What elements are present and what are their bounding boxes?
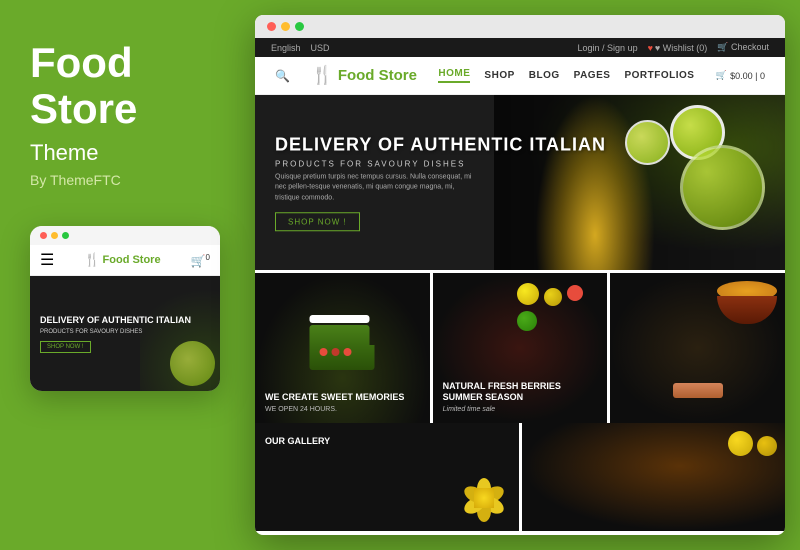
- language-selector[interactable]: English: [271, 43, 301, 53]
- hero-description: Quisque pretium turpis nec tempus cursus…: [275, 172, 475, 204]
- mobile-dot-green: [62, 232, 69, 239]
- mobile-hero-sub: PRODUCTS FOR SAVOURY DISHES: [40, 329, 142, 335]
- mobile-titlebar: [30, 226, 220, 245]
- bottom-card-1: OUR GALLERY: [255, 423, 519, 531]
- bottom-card-2: [522, 423, 786, 531]
- food-items-decoration: [728, 431, 777, 456]
- main-nav: HOME SHOP BLOG PAGES PORTFOLIOS: [438, 68, 694, 83]
- site-logo: 🍴 Food Store: [311, 65, 417, 86]
- cake-decoration: [310, 315, 375, 375]
- mobile-shop-now-button[interactable]: SHOP NOW !: [40, 341, 91, 353]
- nav-pages[interactable]: PAGES: [574, 70, 611, 81]
- mobile-dot-red: [40, 232, 47, 239]
- hands-decoration: [673, 383, 723, 398]
- heart-icon: ♥: [648, 43, 653, 53]
- chef-hat-icon: 🍴: [311, 65, 333, 86]
- product-grid: WE CREATE SWEET MEMORIES WE OPEN 24 HOUR…: [255, 273, 785, 423]
- topbar-right: Login / Sign up ♥ ♥ Wishlist (0) 🛒 Check…: [578, 42, 769, 53]
- mobile-cart[interactable]: 🛒0: [191, 253, 210, 268]
- lime-circle-large: [680, 145, 765, 230]
- checkout-link[interactable]: 🛒 Checkout: [717, 42, 769, 53]
- grid-card-2-content: NATURAL FRESH BERRIES SUMMER SEASON Limi…: [443, 381, 598, 413]
- browser-mockup: English USD Login / Sign up ♥ ♥ Wishlist…: [255, 15, 785, 535]
- berries-decoration: [517, 283, 597, 331]
- mobile-nav: ☰ 🍴 Food Store 🛒0: [30, 245, 220, 276]
- grid-card-1-content: WE CREATE SWEET MEMORIES WE OPEN 24 HOUR…: [265, 392, 420, 413]
- left-panel: Food Store Theme By ThemeFTC ☰ 🍴 Food St…: [0, 0, 245, 550]
- mobile-logo: 🍴 Food Store: [84, 252, 160, 268]
- site-topbar: English USD Login / Sign up ♥ ♥ Wishlist…: [255, 38, 785, 57]
- mobile-hero: DELIVERY OF AUTHENTIC ITALIAN PRODUCTS F…: [30, 276, 220, 391]
- hero-heading: DELIVERY OF AUTHENTIC ITALIAN: [275, 134, 606, 155]
- mobile-dot-yellow: [51, 232, 58, 239]
- grid-card-2: NATURAL FRESH BERRIES SUMMER SEASON Limi…: [433, 273, 608, 423]
- shop-now-button[interactable]: SHOP NOW !: [275, 212, 360, 231]
- hero-subheading: PRODUCTS FOR SAVOURY DISHES: [275, 159, 606, 168]
- theme-author: By ThemeFTC: [30, 172, 121, 188]
- currency-selector[interactable]: USD: [311, 43, 330, 53]
- gallery-label: OUR GALLERY: [265, 431, 330, 449]
- browser-dot-yellow[interactable]: [281, 22, 290, 31]
- mobile-mockup: ☰ 🍴 Food Store 🛒0 DELIVERY OF AUTHENTIC …: [30, 226, 220, 391]
- browser-dot-green[interactable]: [295, 22, 304, 31]
- lime-circle-2: [625, 120, 670, 165]
- bowl-decoration: [717, 281, 777, 324]
- wishlist-link[interactable]: ♥ ♥ Wishlist (0): [648, 43, 708, 53]
- nav-portfolios[interactable]: PORTFOLIOS: [624, 70, 694, 81]
- browser-titlebar: [255, 15, 785, 38]
- site-header: 🔍 🍴 Food Store HOME SHOP BLOG PAGES PORT…: [255, 57, 785, 95]
- search-icon[interactable]: 🔍: [275, 69, 290, 83]
- mobile-chef-icon: 🍴: [84, 252, 100, 268]
- grid-card-2-sub: Limited time sale: [443, 406, 598, 413]
- nav-blog[interactable]: BLOG: [529, 70, 560, 81]
- nav-home[interactable]: HOME: [438, 68, 470, 83]
- flower-decoration: [459, 473, 509, 523]
- grid-card-1: WE CREATE SWEET MEMORIES WE OPEN 24 HOUR…: [255, 273, 430, 423]
- bottom-area: OUR GALLERY: [255, 423, 785, 531]
- login-link[interactable]: Login / Sign up: [578, 43, 638, 53]
- mobile-hamburger-icon[interactable]: ☰: [40, 250, 54, 270]
- hero-content: DELIVERY OF AUTHENTIC ITALIAN PRODUCTS F…: [275, 134, 606, 232]
- theme-subtitle: Theme: [30, 140, 98, 166]
- main-title: Food Store: [30, 40, 137, 132]
- grid-card-3: [610, 273, 785, 423]
- mobile-hero-heading: DELIVERY OF AUTHENTIC ITALIAN: [40, 315, 191, 327]
- grid-card-1-sub: WE OPEN 24 HOURS.: [265, 406, 420, 413]
- nav-shop[interactable]: SHOP: [484, 70, 514, 81]
- cart-icon-wrap[interactable]: 🛒 $0.00 | 0: [716, 70, 765, 81]
- hero-section: DELIVERY OF AUTHENTIC ITALIAN PRODUCTS F…: [255, 95, 785, 270]
- browser-dot-red[interactable]: [267, 22, 276, 31]
- topbar-left: English USD: [271, 43, 330, 53]
- grid-card-2-heading: NATURAL FRESH BERRIES SUMMER SEASON: [443, 381, 598, 404]
- grid-card-1-heading: WE CREATE SWEET MEMORIES: [265, 392, 420, 404]
